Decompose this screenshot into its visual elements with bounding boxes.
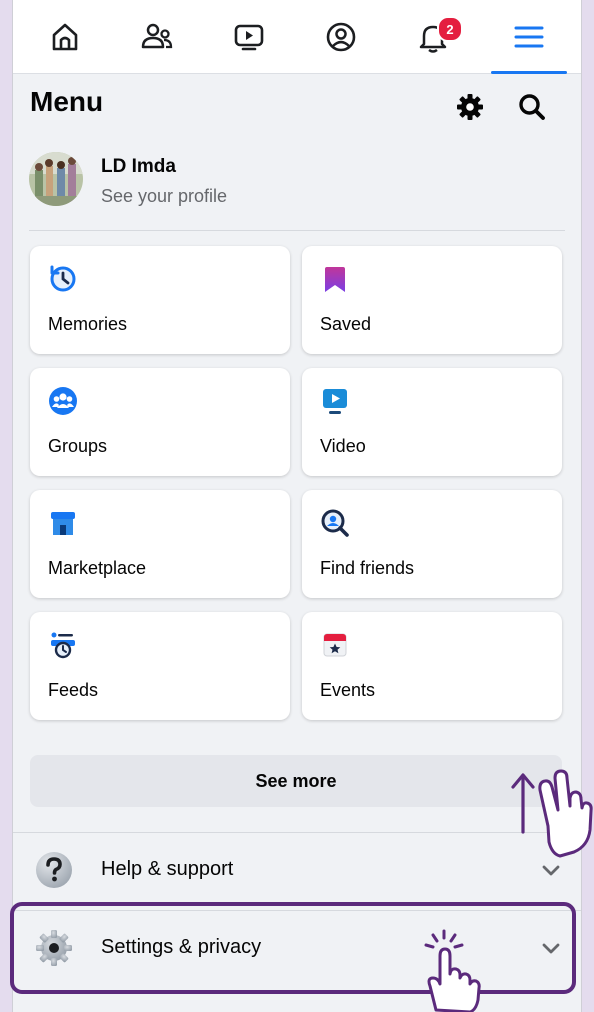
tile-label: Feeds bbox=[48, 680, 99, 700]
events-icon bbox=[323, 633, 347, 657]
help-icon bbox=[36, 852, 72, 888]
groups-icon bbox=[49, 387, 77, 415]
see-more-button[interactable]: See more bbox=[30, 755, 562, 807]
nav-menu[interactable] bbox=[483, 0, 575, 74]
highlight-box bbox=[10, 902, 576, 994]
page-title: Menu bbox=[30, 86, 104, 117]
settings-button[interactable] bbox=[451, 88, 489, 126]
nav-notifications[interactable]: 2 bbox=[387, 0, 479, 73]
divider bbox=[13, 832, 581, 833]
chevron-down-icon bbox=[542, 865, 560, 876]
find-friends-icon bbox=[321, 509, 349, 537]
shortcut-groups[interactable]: Groups bbox=[30, 368, 290, 476]
gear-icon bbox=[457, 94, 483, 120]
shortcut-video[interactable]: Video bbox=[302, 368, 562, 476]
memories-icon bbox=[50, 265, 76, 292]
saved-icon bbox=[325, 267, 345, 292]
tile-label: Video bbox=[320, 436, 366, 456]
tile-label: Groups bbox=[48, 436, 108, 456]
nav-home[interactable] bbox=[19, 0, 111, 73]
tile-label: Find friends bbox=[320, 558, 415, 578]
swipe-hand-icon bbox=[538, 769, 593, 858]
shortcut-find-friends[interactable]: Find friends bbox=[302, 490, 562, 598]
tile-label: Memories bbox=[48, 314, 128, 334]
shortcut-feeds[interactable]: Feeds bbox=[30, 612, 290, 720]
feeds-icon bbox=[51, 632, 75, 659]
divider bbox=[29, 230, 565, 231]
nav-profile[interactable] bbox=[295, 0, 387, 73]
phone-screen: 2 Menu LD Imda See your profile Memories… bbox=[12, 0, 582, 1012]
see-profile-link[interactable]: See your profile bbox=[101, 186, 227, 207]
tile-label: Events bbox=[320, 680, 376, 700]
profile-icon bbox=[326, 22, 356, 51]
shortcut-memories[interactable]: Memories bbox=[30, 246, 290, 354]
tile-label: Saved bbox=[320, 314, 372, 334]
profile-row[interactable]: LD Imda See your profile bbox=[29, 150, 565, 210]
section-label: Help & support bbox=[101, 858, 234, 880]
friends-icon bbox=[141, 23, 173, 48]
tile-label: Marketplace bbox=[48, 558, 147, 578]
marketplace-icon bbox=[51, 512, 75, 535]
shortcut-events[interactable]: Events bbox=[302, 612, 562, 720]
nav-video[interactable] bbox=[203, 0, 295, 73]
avatar bbox=[29, 152, 83, 206]
tap-hand-icon bbox=[424, 929, 481, 1012]
shortcut-saved[interactable]: Saved bbox=[302, 246, 562, 354]
help-support-row[interactable]: Help & support bbox=[13, 835, 581, 905]
shortcut-marketplace[interactable]: Marketplace bbox=[30, 490, 290, 598]
video-icon bbox=[234, 24, 264, 50]
hamburger-menu-icon bbox=[514, 26, 544, 47]
nav-friends[interactable] bbox=[111, 0, 203, 73]
profile-name: LD Imda bbox=[101, 156, 176, 177]
top-navigation-bar: 2 bbox=[13, 0, 581, 74]
home-icon bbox=[52, 23, 78, 50]
notification-badge: 2 bbox=[437, 16, 463, 42]
search-icon bbox=[519, 94, 545, 120]
video-icon bbox=[323, 389, 347, 414]
search-button[interactable] bbox=[513, 88, 551, 126]
active-tab-indicator bbox=[491, 71, 567, 74]
